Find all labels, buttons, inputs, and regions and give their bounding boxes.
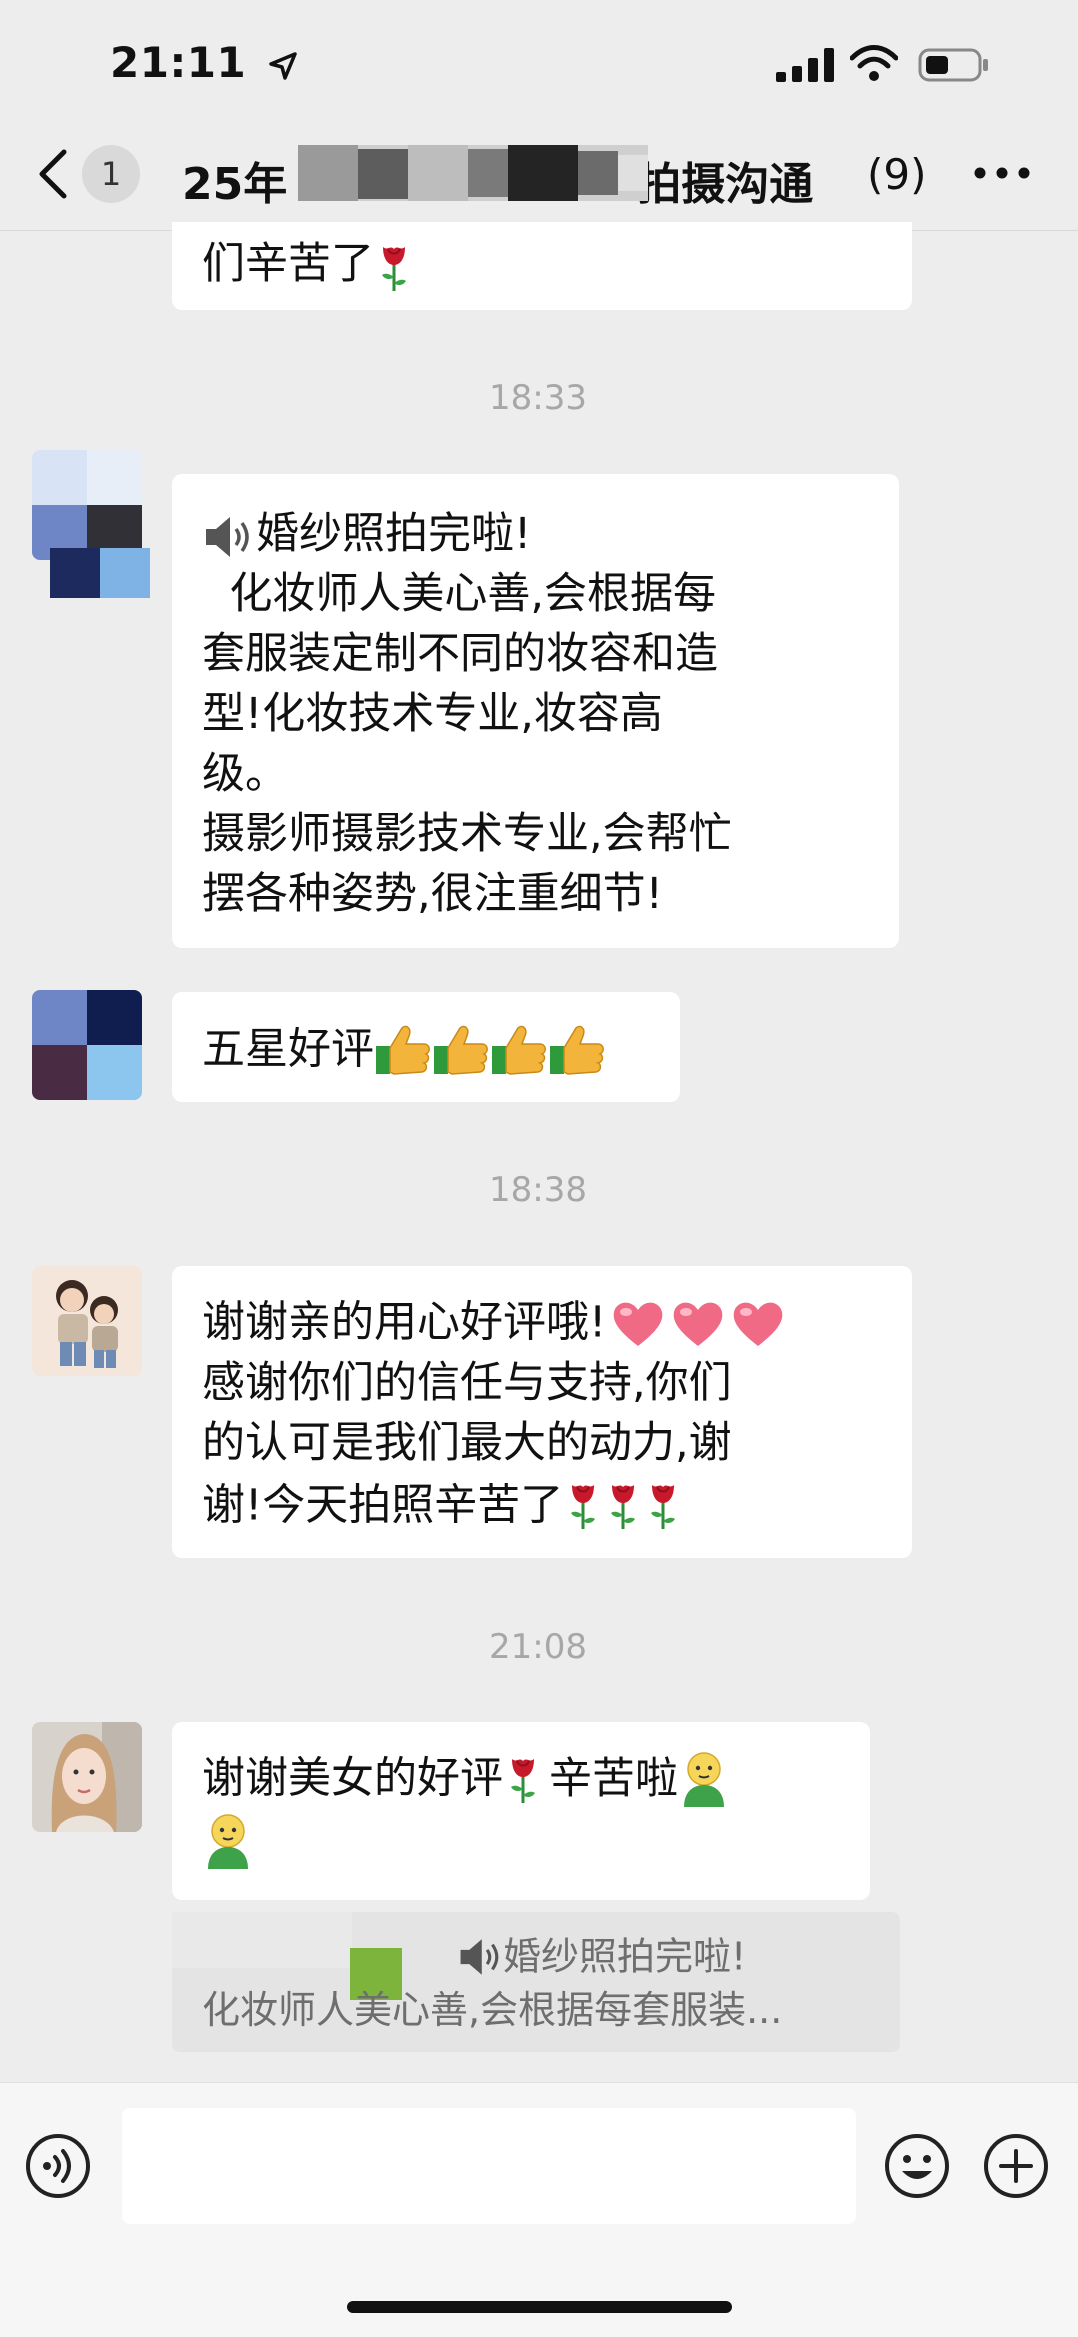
thumbs-up-icon (432, 1022, 490, 1078)
rose-icon (507, 1753, 539, 1805)
message-bubble[interactable]: 婚纱照拍完啦! 化妆师人美心善,会根据每 套服装定制不同的妆容和造 型!化妆技术… (172, 474, 899, 948)
location-arrow-icon (269, 51, 298, 80)
thumbs-up-icon (490, 1022, 548, 1078)
message-bubble-prev[interactable]: 们辛苦了 (172, 222, 912, 310)
thumbs-up-icon (548, 1022, 606, 1078)
unread-count-badge[interactable]: 1 (82, 145, 140, 203)
emoji-icon[interactable] (884, 2133, 950, 2199)
voice-icon[interactable] (25, 2133, 91, 2199)
battery-icon (918, 48, 988, 82)
rose-icon (567, 1479, 599, 1531)
rose-icon (607, 1479, 639, 1531)
cellular-signal-icon (776, 48, 834, 82)
quote-sender-mosaic (172, 1912, 352, 1968)
speaker-icon (460, 1938, 499, 1975)
status-time: 21:11 (110, 38, 299, 87)
more-icon[interactable] (972, 158, 1032, 188)
avatar[interactable] (32, 1266, 142, 1376)
rose-icon (378, 241, 410, 293)
member-count: (9) (867, 150, 927, 199)
smiling-guy-icon (202, 1813, 254, 1869)
quoted-message[interactable]: 婚纱照拍完啦! 化妆师人美心善,会根据每套服装... (172, 1912, 900, 2052)
home-indicator[interactable] (347, 2301, 732, 2313)
avatar[interactable] (32, 990, 142, 1100)
heart-icon (670, 1298, 726, 1348)
avatar[interactable] (32, 1722, 142, 1832)
message-bubble[interactable]: 谢谢美女的好评 辛苦啦 (172, 1722, 870, 1900)
plus-icon[interactable] (983, 2133, 1049, 2199)
heart-icon (610, 1298, 666, 1348)
avatar[interactable] (32, 450, 142, 560)
chevron-left-icon[interactable] (36, 148, 72, 200)
message-input[interactable] (122, 2108, 856, 2224)
rose-icon (647, 1479, 679, 1531)
avatar-lower-mosaic (50, 548, 150, 598)
thumbs-up-icon (374, 1022, 432, 1078)
smiling-guy-icon (678, 1751, 730, 1807)
timestamp: 21:08 (489, 1627, 587, 1667)
wifi-icon (850, 45, 898, 81)
message-bubble[interactable]: 五星好评 (172, 992, 680, 1102)
heart-icon (730, 1298, 786, 1348)
speaker-icon (206, 516, 249, 557)
timestamp: 18:33 (489, 378, 587, 418)
message-bubble[interactable]: 谢谢亲的用心好评哦! 感谢你们的信任与支持,你们 的认可是我们最大的动力,谢 谢… (172, 1266, 912, 1558)
redacted-title-mosaic (298, 145, 648, 201)
timestamp: 18:38 (489, 1170, 587, 1210)
